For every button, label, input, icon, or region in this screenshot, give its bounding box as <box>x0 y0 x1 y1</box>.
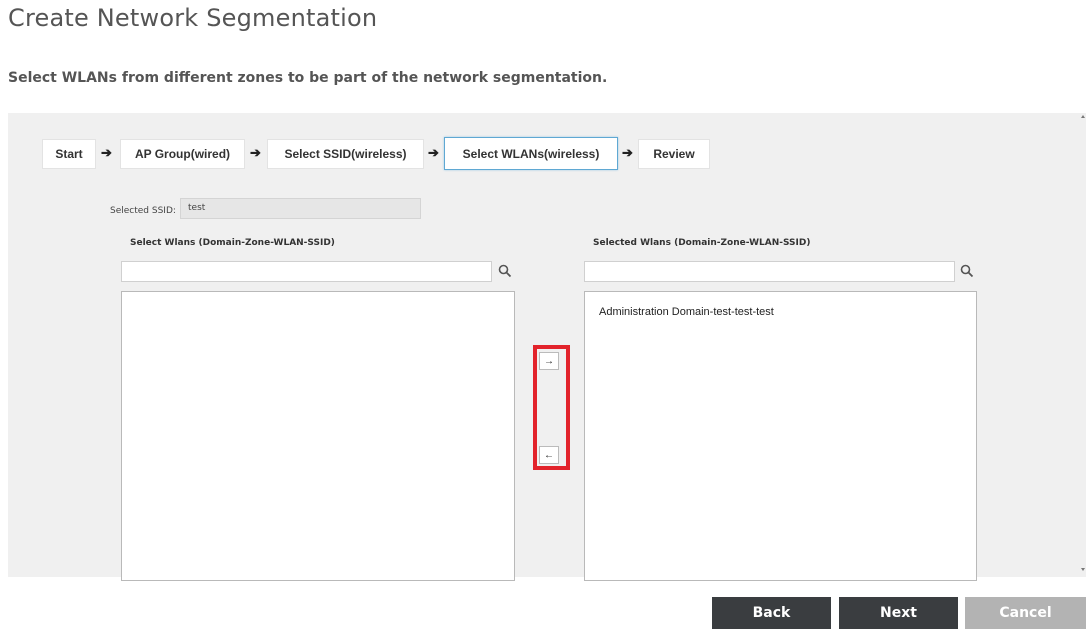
available-search-input[interactable] <box>121 261 492 282</box>
page-title: Create Network Segmentation <box>8 4 378 32</box>
selected-wlans-list[interactable]: Administration Domain-test-test-test <box>584 291 977 581</box>
scroll-up-arrow-icon[interactable] <box>1081 115 1085 118</box>
step-select-wlans[interactable]: Select WLANs(wireless) <box>444 137 618 170</box>
next-button[interactable]: Next <box>839 597 958 629</box>
selected-ssid-field: test <box>180 198 421 219</box>
remove-arrow-button[interactable]: ← <box>539 446 559 464</box>
available-wlans-list[interactable] <box>121 291 515 581</box>
back-button[interactable]: Back <box>712 597 831 629</box>
scroll-down-arrow-icon[interactable] <box>1081 568 1085 571</box>
step-arrow-icon: ➔ <box>622 145 633 160</box>
search-icon[interactable] <box>960 264 974 278</box>
step-arrow-icon: ➔ <box>250 145 261 160</box>
search-icon[interactable] <box>498 264 512 278</box>
step-arrow-icon: ➔ <box>428 145 439 160</box>
step-select-ssid[interactable]: Select SSID(wireless) <box>267 139 424 169</box>
selected-wlans-label: Selected Wlans (Domain-Zone-WLAN-SSID) <box>593 238 811 248</box>
step-start[interactable]: Start <box>42 139 96 169</box>
step-ap-group[interactable]: AP Group(wired) <box>120 139 245 169</box>
step-review[interactable]: Review <box>638 139 710 169</box>
available-wlans-label: Select Wlans (Domain-Zone-WLAN-SSID) <box>130 238 335 248</box>
add-arrow-button[interactable]: → <box>539 352 559 370</box>
list-item[interactable]: Administration Domain-test-test-test <box>599 306 774 318</box>
selected-search-input[interactable] <box>584 261 955 282</box>
step-arrow-icon: ➔ <box>101 145 112 160</box>
cancel-button[interactable]: Cancel <box>965 597 1086 629</box>
vertical-scrollbar[interactable] <box>1079 113 1086 577</box>
page-subtitle: Select WLANs from different zones to be … <box>8 70 608 86</box>
selected-ssid-label: Selected SSID: <box>110 206 176 216</box>
